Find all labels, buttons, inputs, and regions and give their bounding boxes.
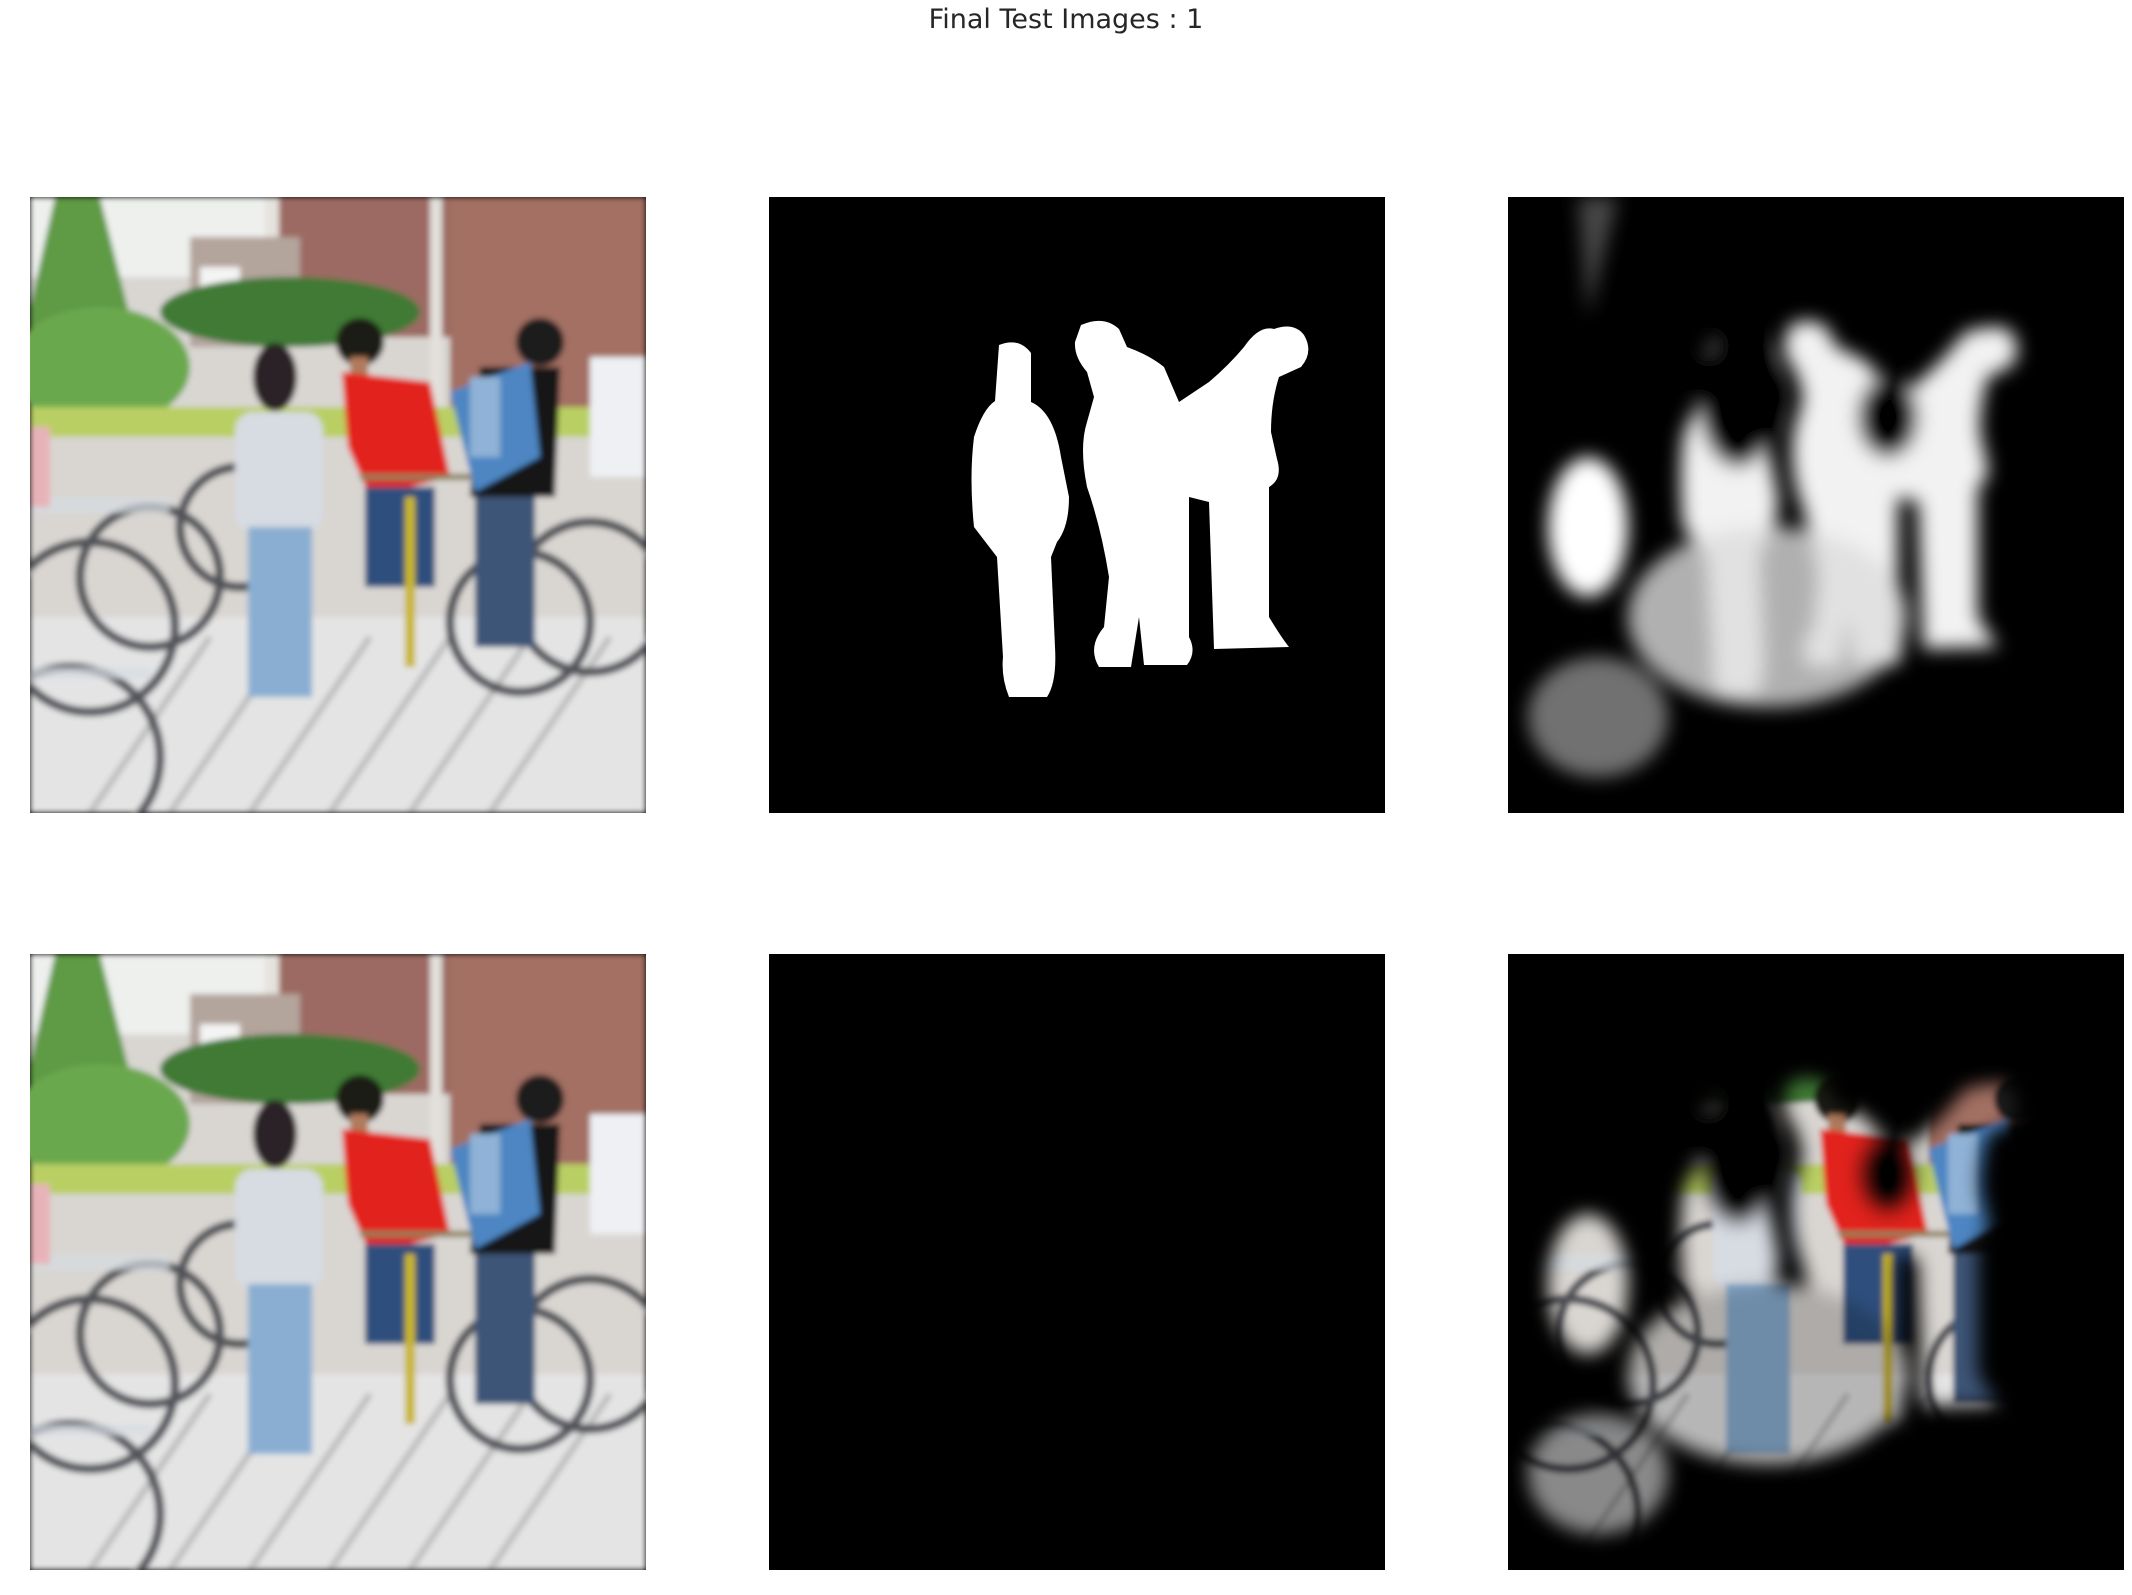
ground-truth-masked-image [769, 954, 1385, 1570]
ground-truth-mask-panel [769, 197, 1385, 813]
figure-title: Final Test Images : 1 [928, 4, 1204, 35]
predicted-masked-panel [1508, 954, 2124, 1570]
input-photo-image [30, 954, 646, 1570]
input-photo-image [30, 197, 646, 813]
predicted-masked-image [1508, 954, 2124, 1570]
ground-truth-masked-panel [769, 954, 1385, 1570]
input-image-panel [30, 197, 646, 813]
predicted-mask-panel [1508, 197, 2124, 813]
ground-truth-mask-image [769, 197, 1385, 813]
predicted-mask-image [1508, 197, 2124, 813]
input-image-panel [30, 954, 646, 1570]
